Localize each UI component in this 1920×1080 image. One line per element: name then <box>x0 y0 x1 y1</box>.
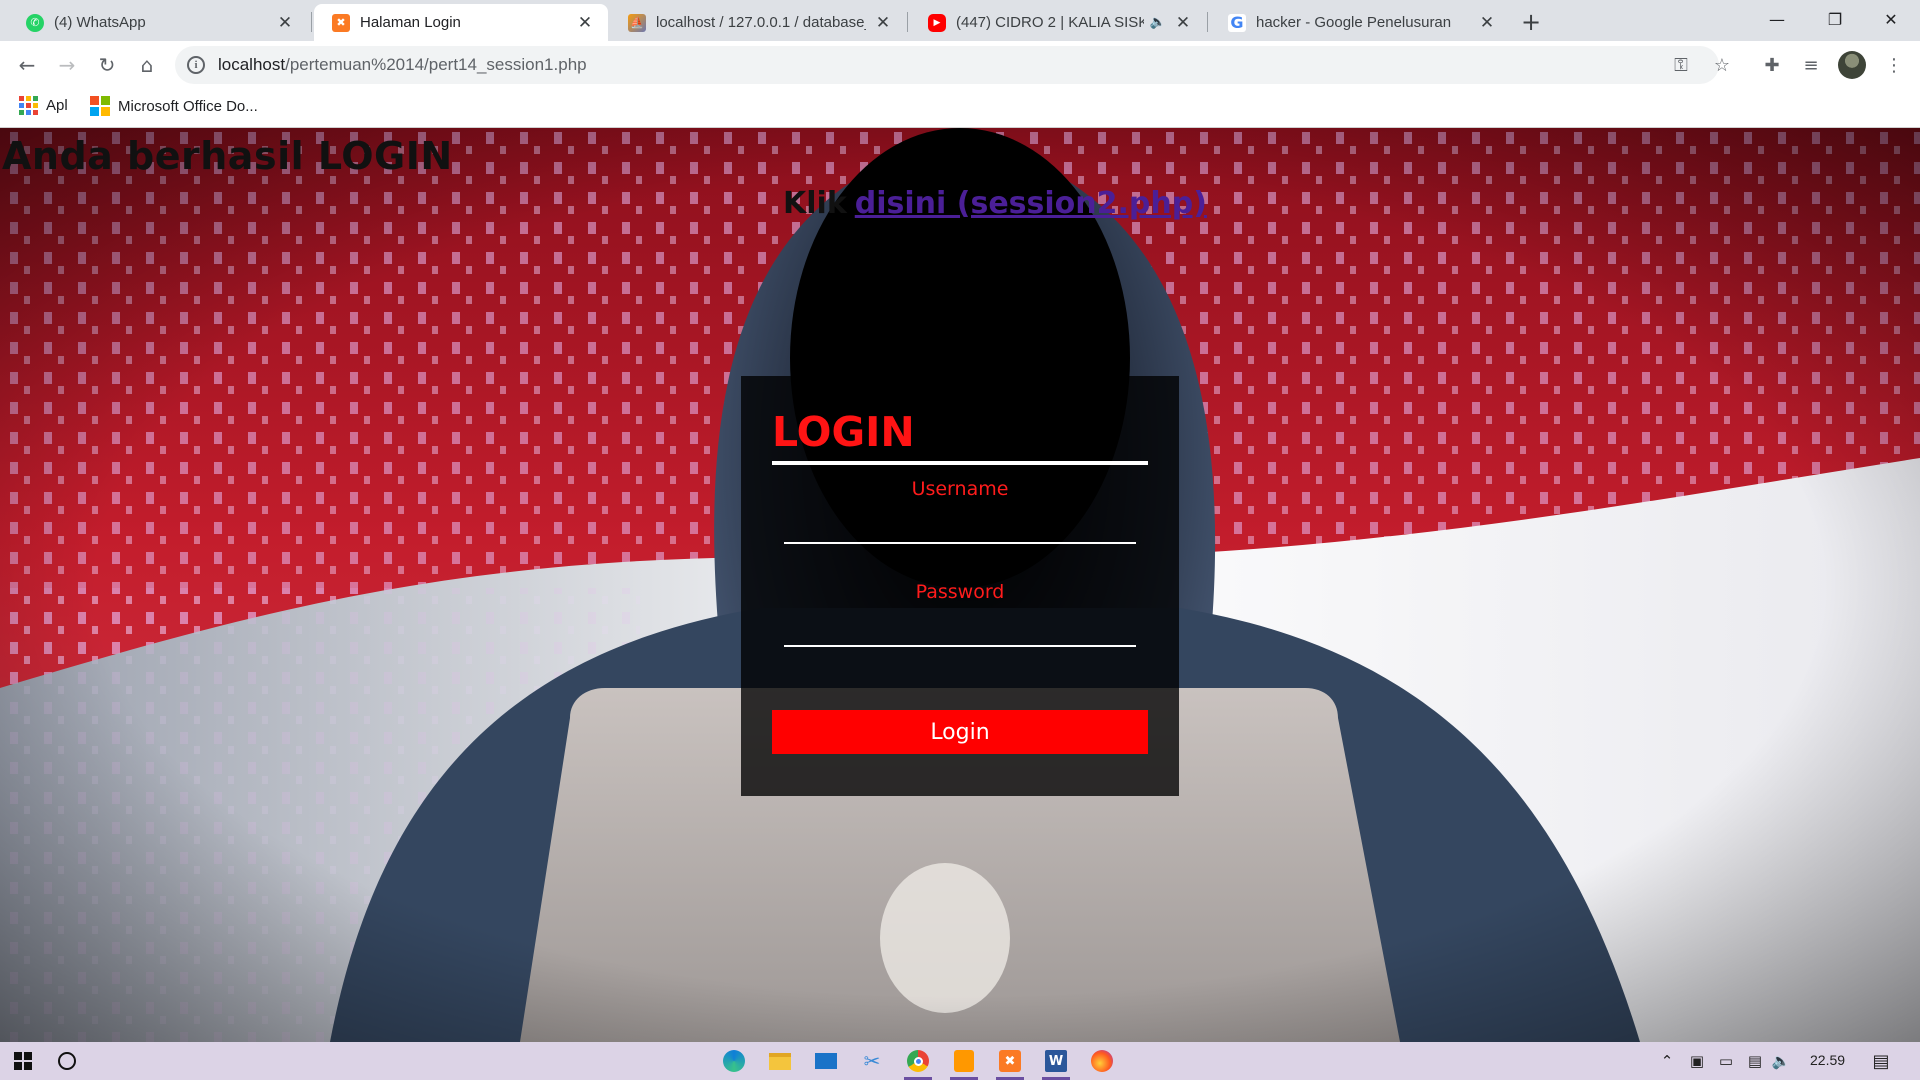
browser-toolbar: ← → ↻ ⌂ i localhost/pertemuan%2014/pert1… <box>0 41 1920 88</box>
taskbar-snipping-tool[interactable]: ✂ <box>849 1042 895 1080</box>
start-button[interactable] <box>0 1042 46 1080</box>
session-link-line: Klik disini (session2.php) <box>783 186 1207 221</box>
meet-now-icon[interactable]: ▣ <box>1686 1051 1708 1071</box>
tab-strip: ✆ (4) WhatsApp ✕ ✖ Halaman Login ✕ ⛵ loc… <box>0 0 1920 41</box>
home-button[interactable]: ⌂ <box>131 49 163 81</box>
microsoft-office-icon <box>90 96 110 116</box>
media-queue-icon[interactable]: ≡ <box>1797 51 1825 79</box>
bookmarks-bar: Apl Microsoft Office Do... <box>0 88 1920 128</box>
mail-icon <box>815 1053 837 1069</box>
close-tab-icon[interactable]: ✕ <box>276 13 294 33</box>
url-path: /pertemuan%2014/pert14_session1.php <box>285 55 587 74</box>
forward-button[interactable]: → <box>51 49 83 81</box>
taskbar-chrome[interactable] <box>895 1042 941 1080</box>
tab-separator <box>311 12 312 32</box>
arrow-left-icon: ← <box>18 53 36 77</box>
notifications-icon[interactable]: ▤ <box>1868 1051 1894 1072</box>
tab-halaman-login[interactable]: ✖ Halaman Login ✕ <box>314 4 608 41</box>
restore-button[interactable]: ❐ <box>1806 0 1864 38</box>
username-label: Username <box>911 478 1009 500</box>
chrome-icon <box>907 1050 929 1072</box>
taskbar-word[interactable]: W <box>1033 1042 1079 1080</box>
new-tab-button[interactable]: + <box>1516 7 1546 37</box>
youtube-icon: ▶ <box>928 13 946 32</box>
tab-title: (447) CIDRO 2 | KALIA SISKA <box>956 14 1144 31</box>
close-tab-icon[interactable]: ✕ <box>1478 13 1496 33</box>
taskbar-clock[interactable]: 22.59 <box>1810 1052 1845 1068</box>
windows-taskbar: ✂ ✖ W ⌃ ▣ ▭ ▤ 🔈 22.59 ▤ <box>0 1042 1920 1080</box>
taskbar-xampp[interactable]: ✖ <box>987 1042 1033 1080</box>
bookmark-label: Apl <box>46 97 68 114</box>
password-input[interactable] <box>784 611 1136 647</box>
session2-link[interactable]: disini (session2.php) <box>855 186 1207 221</box>
taskbar-sublime-text[interactable] <box>941 1042 987 1080</box>
close-tab-icon[interactable]: ✕ <box>576 13 594 33</box>
close-tab-icon[interactable]: ✕ <box>1174 13 1192 33</box>
speaker-icon[interactable]: 🔈 <box>1150 15 1166 30</box>
cortana-circle-icon <box>58 1052 76 1070</box>
home-icon: ⌂ <box>140 53 154 77</box>
extensions-icon[interactable]: ✚ <box>1758 51 1786 79</box>
tab-title: hacker - Google Penelusuran <box>1256 14 1452 31</box>
login-form: LOGIN Username Password Login <box>741 376 1179 796</box>
xampp-icon: ✖ <box>332 13 350 32</box>
tab-youtube[interactable]: ▶ (447) CIDRO 2 | KALIA SISKA 🔈 ✕ <box>910 4 1206 41</box>
volume-icon[interactable]: 🔈 <box>1770 1051 1792 1071</box>
tab-whatsapp[interactable]: ✆ (4) WhatsApp ✕ <box>8 4 308 41</box>
address-bar[interactable]: i localhost/pertemuan%2014/pert14_sessio… <box>175 46 1730 84</box>
tab-title: localhost / 127.0.0.1 / database_a <box>656 14 866 31</box>
reload-icon: ↻ <box>98 53 116 77</box>
sublime-text-icon <box>954 1050 974 1072</box>
login-button[interactable]: Login <box>772 710 1148 754</box>
tab-phpmyadmin[interactable]: ⛵ localhost / 127.0.0.1 / database_a ✕ <box>610 4 906 41</box>
taskbar-file-explorer[interactable] <box>757 1042 803 1080</box>
taskbar-firefox[interactable] <box>1079 1042 1125 1080</box>
google-icon: G <box>1228 13 1246 32</box>
taskbar-mail[interactable] <box>803 1042 849 1080</box>
phpmyadmin-icon: ⛵ <box>628 13 646 32</box>
close-window-button[interactable]: ✕ <box>1862 0 1920 38</box>
tab-title: Halaman Login <box>360 14 461 31</box>
arrow-right-icon: → <box>58 53 76 77</box>
bookmark-microsoft-office[interactable]: Microsoft Office Do... <box>90 96 258 116</box>
bookmark-label: Microsoft Office Do... <box>118 97 258 115</box>
tab-separator <box>1207 12 1208 32</box>
reload-button[interactable]: ↻ <box>91 49 123 81</box>
password-label: Password <box>915 581 1005 603</box>
back-button[interactable]: ← <box>11 49 43 81</box>
url-text[interactable]: localhost/pertemuan%2014/pert14_session1… <box>218 55 587 75</box>
firefox-icon <box>1091 1050 1113 1072</box>
word-icon: W <box>1045 1050 1067 1072</box>
login-title: LOGIN <box>772 408 915 456</box>
key-icon[interactable]: ⚿ <box>1670 54 1692 76</box>
tab-google[interactable]: G hacker - Google Penelusuran ✕ <box>1210 4 1510 41</box>
klik-prefix: Klik <box>783 186 847 221</box>
profile-avatar[interactable] <box>1838 51 1866 79</box>
title-divider <box>772 461 1148 465</box>
close-tab-icon[interactable]: ✕ <box>874 13 892 33</box>
battery-icon[interactable]: ▭ <box>1714 1051 1738 1071</box>
success-heading: Anda berhasil LOGIN <box>2 134 453 178</box>
info-icon[interactable]: i <box>187 56 205 74</box>
page-viewport: Anda berhasil LOGIN Klik disini (session2… <box>0 128 1920 1042</box>
network-icon[interactable]: ▤ <box>1744 1051 1766 1071</box>
username-input[interactable] <box>784 508 1136 544</box>
edge-icon <box>723 1050 745 1072</box>
tab-separator <box>907 12 908 32</box>
snipping-tool-icon: ✂ <box>863 1049 881 1073</box>
search-button[interactable] <box>44 1042 90 1080</box>
bookmark-star-icon[interactable]: ☆ <box>1711 54 1733 76</box>
minimize-button[interactable]: — <box>1748 0 1806 38</box>
menu-dots-icon[interactable]: ⋮ <box>1880 51 1908 79</box>
url-host: localhost <box>218 55 286 74</box>
whatsapp-icon: ✆ <box>26 13 44 32</box>
windows-logo-icon <box>14 1052 32 1070</box>
bookmark-apps[interactable]: Apl <box>19 96 68 115</box>
taskbar-edge[interactable] <box>711 1042 757 1080</box>
tab-title: (4) WhatsApp <box>54 14 146 31</box>
apps-grid-icon <box>19 96 38 115</box>
file-explorer-icon <box>769 1052 791 1070</box>
xampp-icon: ✖ <box>999 1050 1021 1072</box>
show-hidden-icons[interactable]: ⌃ <box>1656 1051 1678 1071</box>
